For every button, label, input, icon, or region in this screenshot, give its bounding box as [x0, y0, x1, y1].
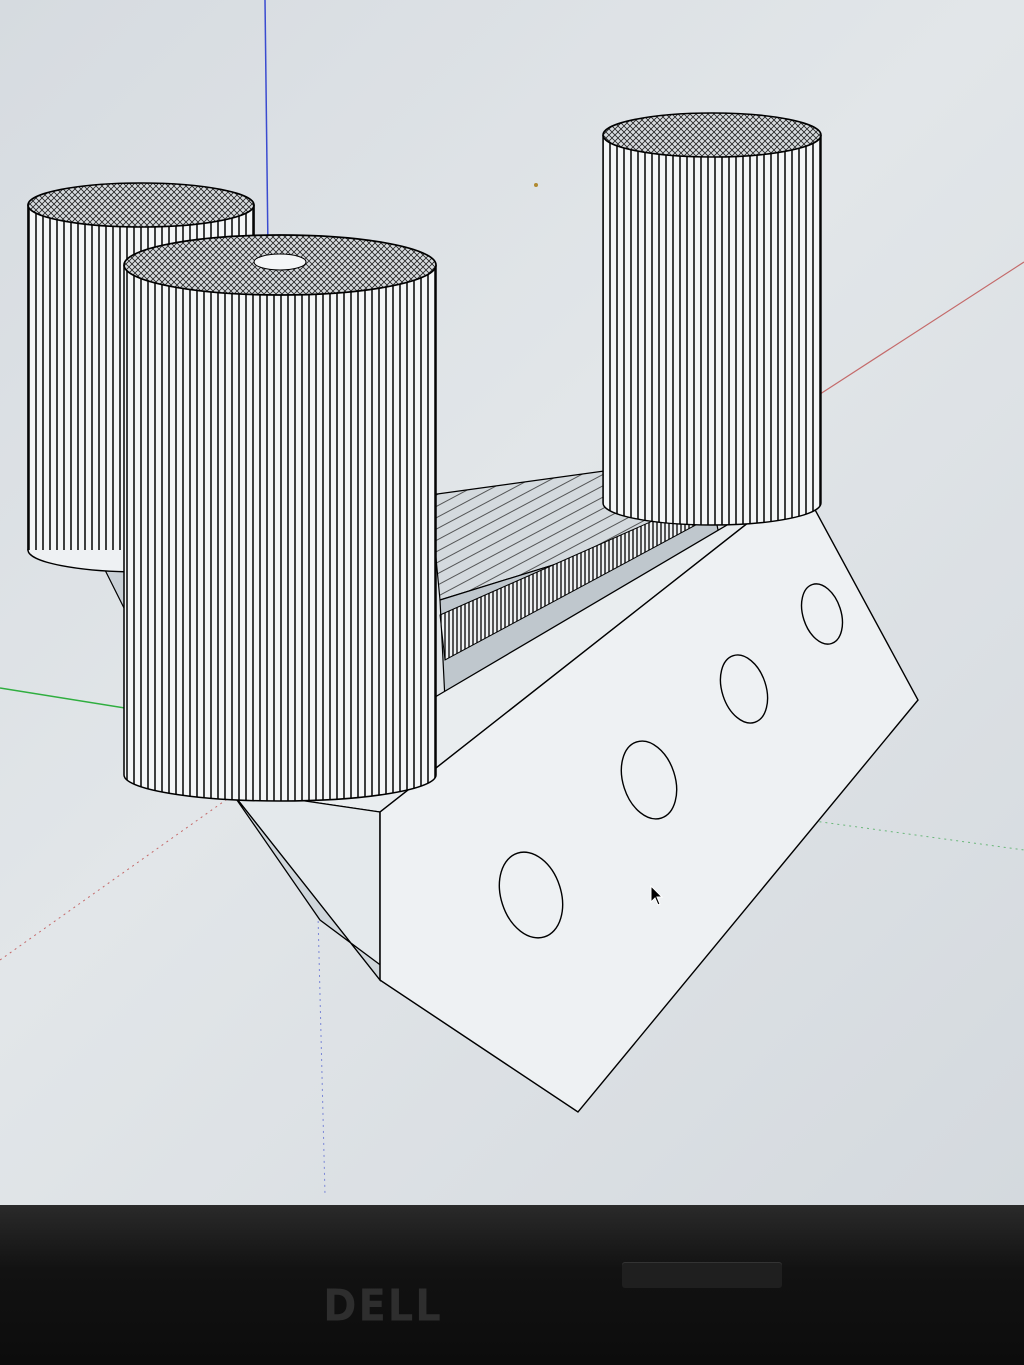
blue-axis-dotted: [317, 914, 326, 1196]
view-center-dot: [534, 183, 538, 187]
red-axis-dotted: [0, 789, 241, 961]
cylinder-front: [123, 234, 437, 802]
3d-scene[interactable]: [0, 0, 1024, 1210]
mouse-cursor-icon: [650, 885, 664, 906]
cylinder-back-right: [602, 112, 822, 526]
monitor-brand-logo: DELL: [323, 1280, 443, 1332]
monitor-bezel: [0, 1205, 1024, 1365]
monitor-badge-plate: [622, 1262, 782, 1288]
modeling-viewport[interactable]: [0, 0, 1024, 1210]
blue-axis: [264, 0, 269, 251]
